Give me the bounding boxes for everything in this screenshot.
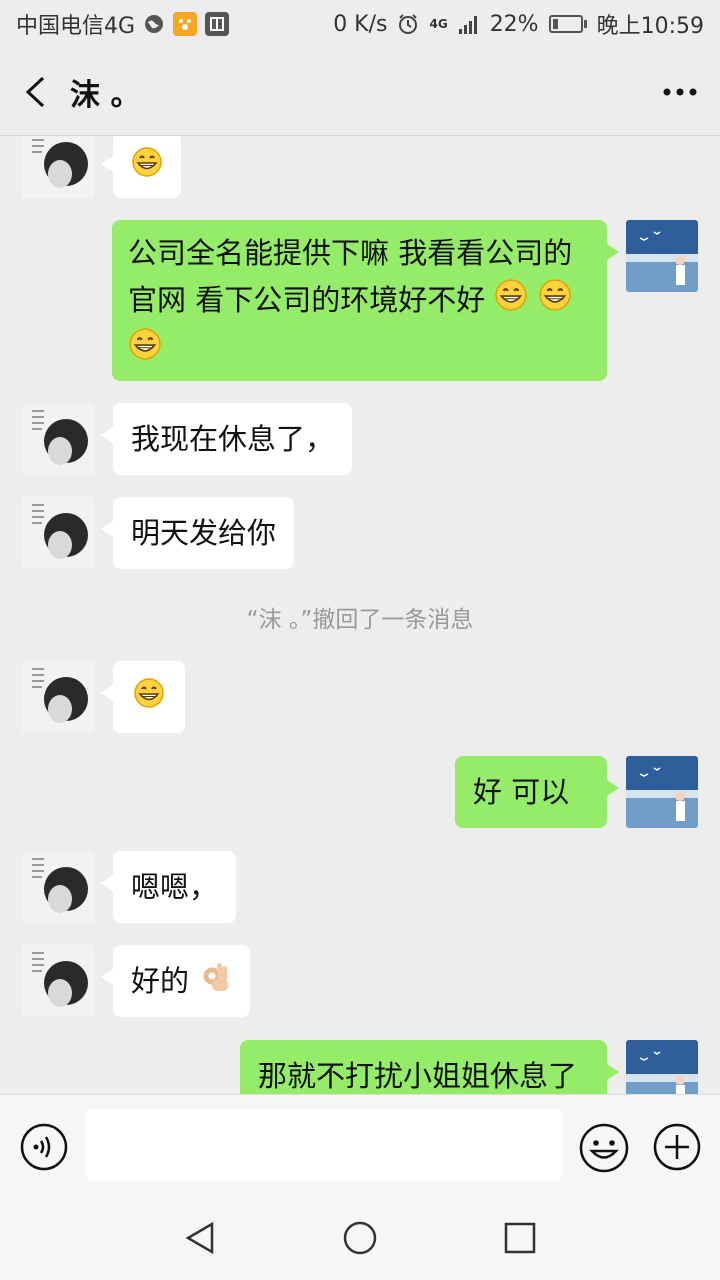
grin-emoji: [538, 278, 572, 326]
message-bubble[interactable]: 那就不打扰小姐姐休息了: [240, 1040, 619, 1094]
network-speed: 0 K/s: [333, 11, 388, 37]
battery-icon: [548, 15, 587, 33]
contact-avatar[interactable]: [22, 661, 94, 733]
message-bubble[interactable]: [101, 661, 185, 733]
emoji-button[interactable]: [578, 1122, 630, 1174]
signal-icon: [458, 13, 480, 35]
message-text: 好的: [131, 964, 190, 998]
recall-notice: “沫 。”撤回了一条消息: [246, 607, 474, 633]
self-avatar[interactable]: [626, 220, 698, 292]
baidu-icon: [173, 12, 198, 36]
message-text: 好 可以: [473, 775, 570, 809]
message-text: 那就不打扰小姐姐休息了: [258, 1059, 578, 1093]
status-bar: 中国电信4G 0 K/s 4G 22% 晚上10:59: [0, 0, 720, 48]
nav-back-icon: [185, 1221, 214, 1255]
contact-avatar[interactable]: [22, 136, 94, 198]
nav-home-icon: [343, 1221, 377, 1255]
nav-home-button[interactable]: [338, 1216, 382, 1260]
voice-button[interactable]: [19, 1122, 69, 1172]
message-bubble[interactable]: 我现在休息了，: [100, 403, 353, 475]
chat-header: 沫 。: [0, 48, 720, 136]
message-bubble[interactable]: [101, 136, 181, 198]
grin-emoji: [131, 142, 163, 194]
chat-title: 沫 。: [70, 77, 141, 113]
contact-avatar[interactable]: [22, 945, 94, 1017]
system-nav-bar: [0, 1196, 720, 1280]
message-input[interactable]: [86, 1109, 562, 1181]
message-bubble[interactable]: 好的: [100, 945, 251, 1017]
message-list[interactable]: 公司全名能提供下嘛 我看看公司的官网 看下公司的环境好不好 我现在休息了， 明天…: [0, 136, 720, 1094]
input-bar: [0, 1094, 720, 1196]
voice-icon: [20, 1123, 68, 1171]
message-bubble[interactable]: 明天发给你: [100, 497, 295, 569]
more-dots-icon: [663, 88, 697, 95]
self-avatar[interactable]: [626, 756, 698, 828]
nav-recents-button[interactable]: [498, 1216, 542, 1260]
signal-type-label: 4G: [429, 17, 448, 31]
grin-emoji: [133, 673, 165, 725]
contact-avatar[interactable]: [22, 497, 94, 569]
globe-icon: [143, 13, 165, 35]
ok-hand-emoji: [198, 957, 232, 1009]
chevron-left-icon: [25, 76, 45, 107]
nav-recents-icon: [504, 1222, 536, 1254]
grin-emoji: [494, 278, 528, 326]
more-button[interactable]: [640, 48, 720, 136]
jd-icon: [205, 12, 230, 36]
contact-avatar[interactable]: [22, 851, 94, 923]
more-functions-button[interactable]: [652, 1122, 702, 1172]
message-text: 我现在休息了，: [131, 422, 335, 456]
emoji-icon: [579, 1123, 629, 1173]
alarm-icon: [397, 13, 419, 35]
back-button[interactable]: [0, 48, 70, 136]
plus-icon: [653, 1123, 701, 1171]
message-text: 明天发给你: [131, 516, 277, 550]
battery-percent: 22%: [489, 11, 539, 37]
message-bubble[interactable]: 嗯嗯，: [100, 851, 237, 923]
message-text: 嗯嗯，: [131, 870, 219, 904]
nav-back-button[interactable]: [178, 1216, 222, 1260]
self-avatar[interactable]: [626, 1040, 698, 1094]
clock: 晚上10:59: [596, 14, 704, 39]
contact-avatar[interactable]: [22, 403, 94, 475]
message-bubble[interactable]: 好 可以: [455, 756, 619, 828]
grin-emoji: [128, 327, 162, 375]
carrier-label: 中国电信4G: [16, 14, 136, 39]
message-bubble[interactable]: 公司全名能提供下嘛 我看看公司的官网 看下公司的环境好不好: [112, 220, 619, 381]
